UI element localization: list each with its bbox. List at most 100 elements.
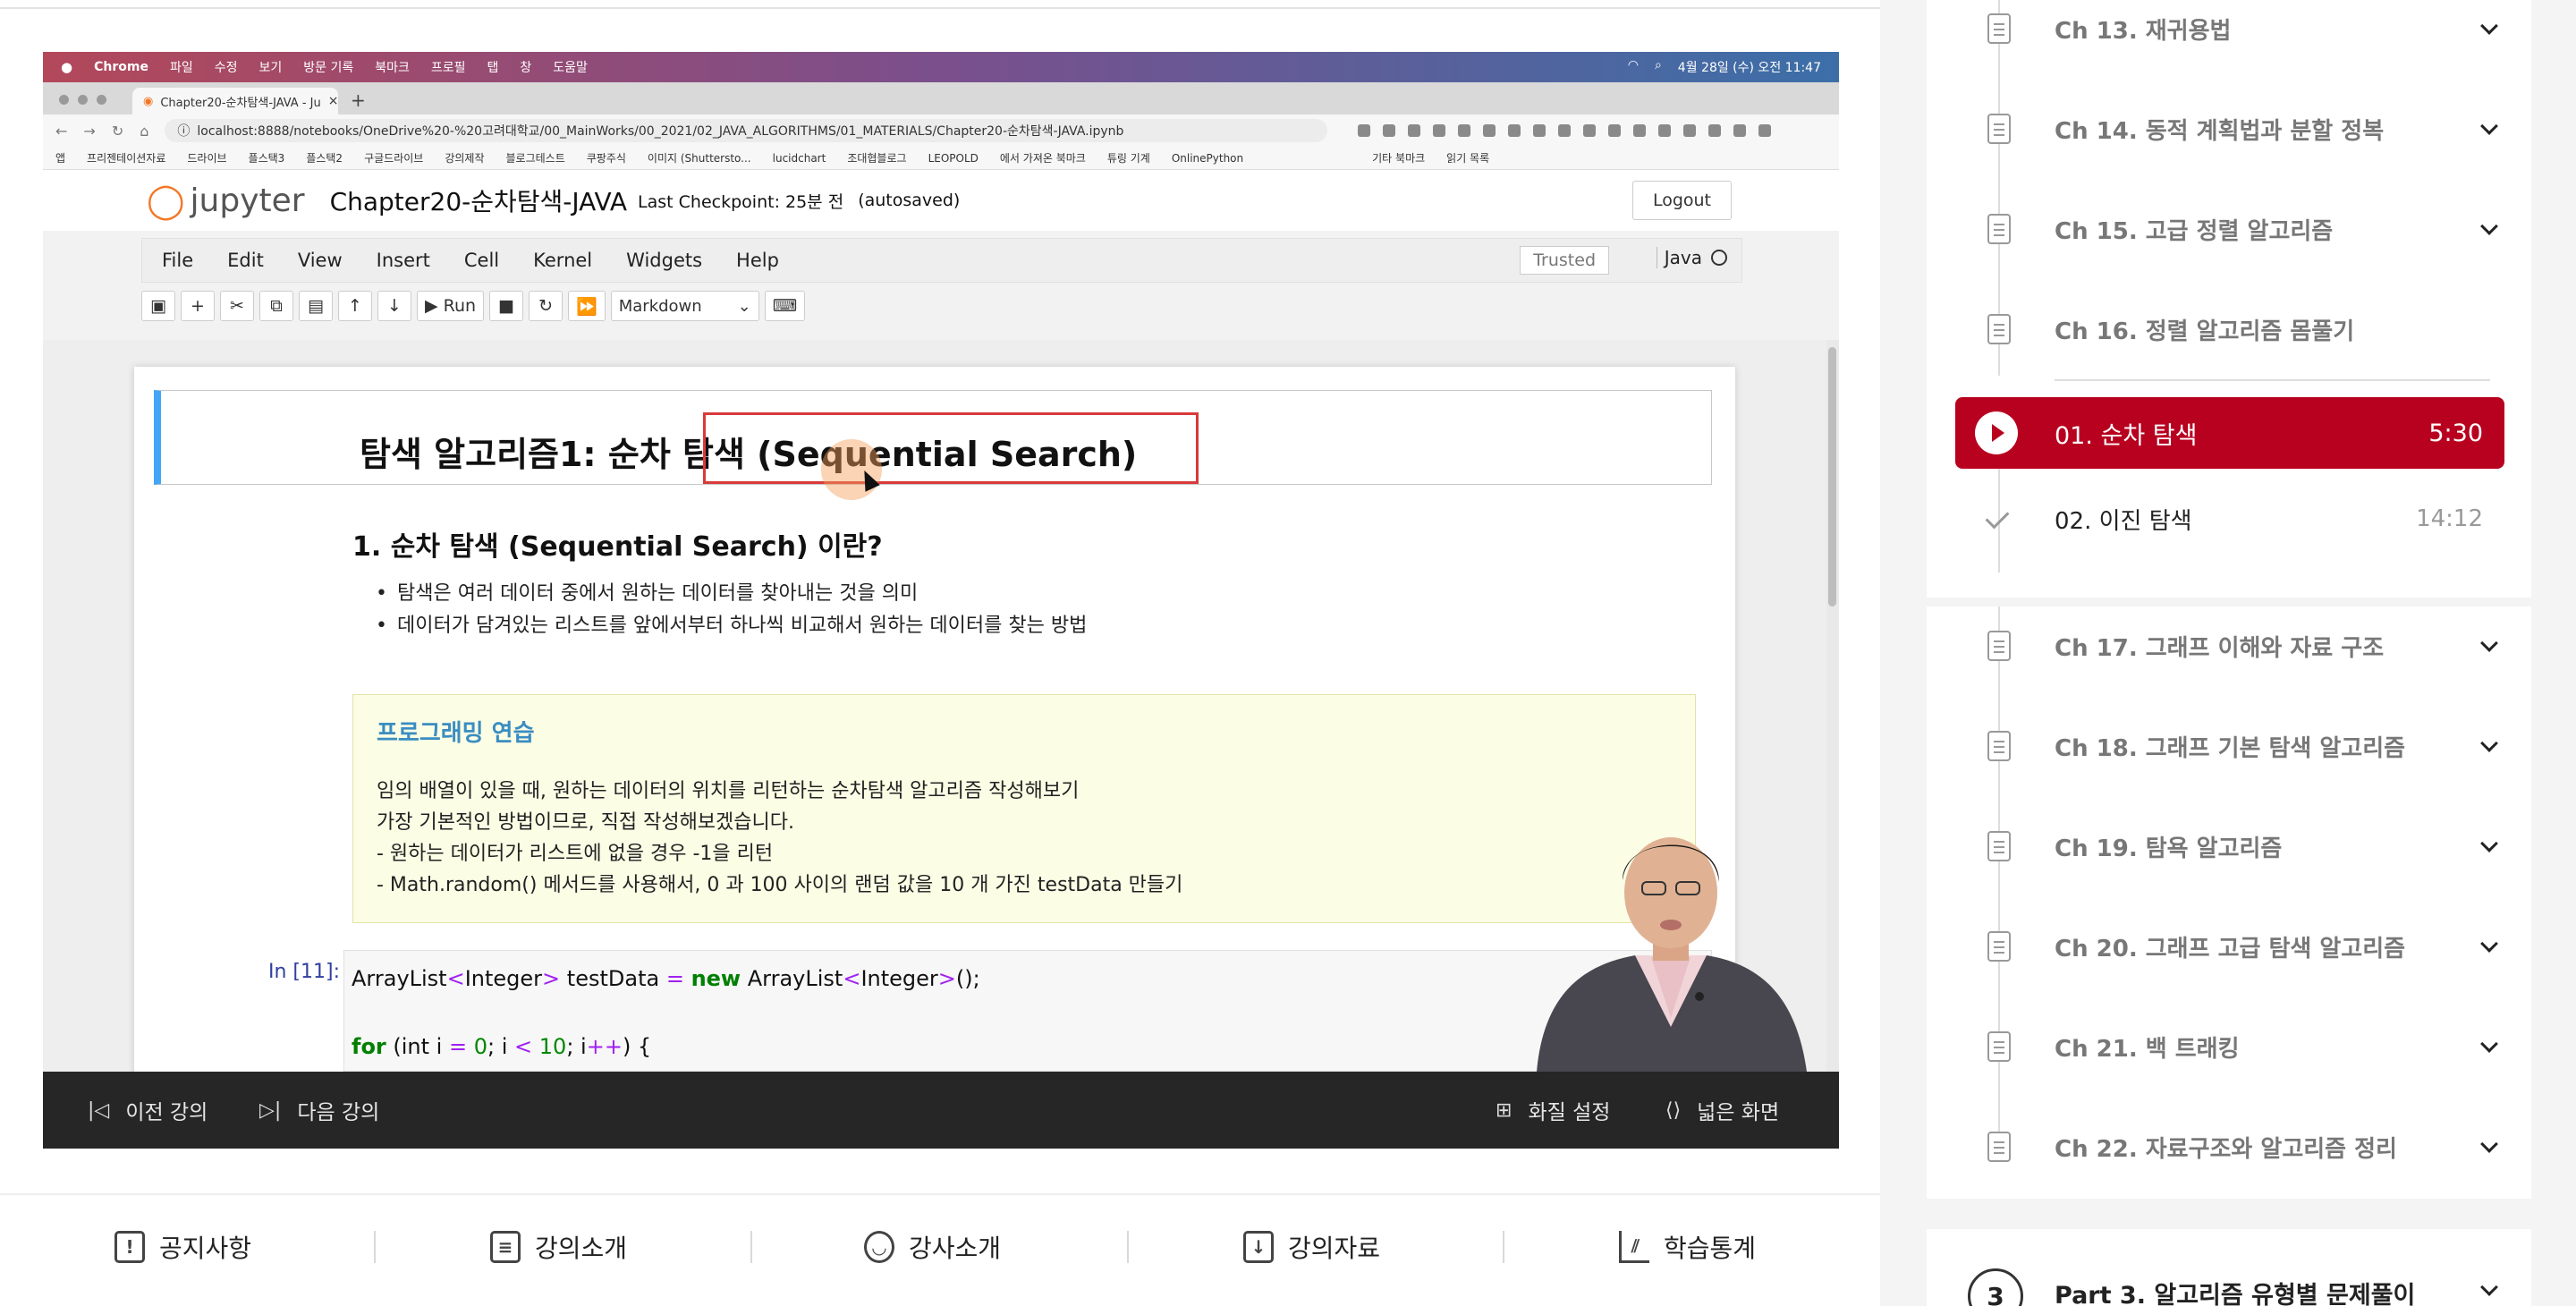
stop-icon: ■	[489, 291, 524, 321]
skip-back-icon: |◁	[88, 1098, 110, 1122]
chapter-label: Ch 17. 그래프 이해와 자료 구조	[2055, 634, 2385, 662]
chevron-down-icon	[2480, 835, 2498, 852]
practice-box: 프로그래밍 연습 임의 배열이 있을 때, 원하는 데이터의 위치를 리턴하는 …	[352, 694, 1696, 923]
heading-2: 1. 순차 탐색 (Sequential Search) 이란?	[352, 531, 883, 563]
bookmark: 읽기 목록	[1446, 152, 1490, 165]
chapter-item[interactable]: Ch 18. 그래프 기본 탐색 알고리즘	[1927, 696, 2531, 796]
chevron-down-icon	[2480, 117, 2498, 135]
part-label: Part 3. 알고리즘 유형별 문제풀이	[2055, 1282, 2416, 1306]
notebook-scroll-thumb	[1828, 347, 1836, 606]
document-icon	[1987, 1132, 2011, 1162]
bookmark: 이미지 (Shuttersto...	[647, 152, 751, 165]
lesson-item[interactable]: 02. 이진 탐색 14:12	[1955, 483, 2504, 555]
add-cell-icon: +	[181, 291, 215, 321]
chapter-label: Ch 18. 그래프 기본 탐색 알고리즘	[2055, 734, 2406, 762]
apple-icon: ●	[61, 59, 73, 75]
jupyter-menu-kernel: Kernel	[533, 250, 593, 271]
chapter-item[interactable]: Ch 17. 그래프 이해와 자료 구조	[1927, 596, 2531, 696]
tab-instructor[interactable]: ◡ 강사소개	[864, 1218, 1001, 1276]
chapter-item[interactable]: Ch 15. 고급 정렬 알고리즘	[1927, 179, 2531, 279]
paste-icon: ▤	[299, 291, 333, 321]
chevron-down-icon	[2480, 1035, 2498, 1053]
chapter-item[interactable]: Ch 21. 백 트래킹	[1927, 996, 2531, 1097]
window-controls	[59, 95, 106, 105]
chapter-label: Ch 21. 백 트래킹	[2055, 1035, 2240, 1063]
next-lecture-button[interactable]: ▷| 다음 강의	[259, 1072, 379, 1149]
chapter-item[interactable]: Ch 20. 그래프 고급 탐색 알고리즘	[1927, 896, 2531, 996]
lesson-label: 02. 이진 탐색	[2055, 507, 2192, 535]
video-player[interactable]: ● Chrome 파일 수정 보기 방문 기록 북마크 프로필 탭 창 도움말 …	[43, 52, 1839, 1072]
bookmark: OnlinePython	[1171, 151, 1244, 165]
mac-menu-item: 보기	[258, 61, 283, 75]
tab-course-intro[interactable]: ≡ 강의소개	[490, 1218, 627, 1276]
tab-notice-label: 공지사항	[159, 1234, 252, 1263]
skip-forward-icon: ▷|	[259, 1098, 282, 1122]
chapter-item[interactable]: Ch 13. 재귀용법	[1927, 0, 2531, 79]
chapter-label: Ch 22. 자료구조와 알고리즘 정리	[2055, 1135, 2397, 1163]
bookmark: 강의제작	[445, 152, 485, 165]
stats-icon: ⫽	[1619, 1231, 1649, 1263]
chapter-item[interactable]: Ch 19. 탐욕 알고리즘	[1927, 796, 2531, 896]
checkpoint-text: Last Checkpoint: 25분 전	[638, 191, 844, 212]
mac-menu-item: 탭	[487, 61, 499, 75]
copy-icon: ⧉	[259, 291, 293, 321]
bookmark: 쿠팡주식	[586, 152, 626, 165]
tab-materials[interactable]: ↓ 강의자료	[1243, 1218, 1380, 1276]
run-button: ▶ Run	[417, 291, 485, 321]
browser-tab: ◉ Chapter20-순차탐색-JAVA - Ju ×	[132, 88, 338, 114]
chevron-down-icon: ⌄	[737, 296, 751, 316]
jupyter-toolbar: ▣ + ✂ ⧉ ▤ ↑ ↓ ▶ Run ■ ↻ ⏩ Markdown ⌄ ⌨	[141, 286, 1742, 326]
jupyter-menu-insert: Insert	[376, 250, 430, 271]
move-up-icon: ↑	[338, 291, 372, 321]
mac-clock: 4월 28일 (수) 오전 11:47	[1677, 61, 1821, 75]
run-label: Run	[443, 296, 477, 316]
bullet-item: 데이터가 담겨있는 리스트를 앞에서부터 하나씩 비교해서 원하는 데이터를 찾…	[376, 610, 1087, 642]
document-icon	[1987, 931, 2011, 962]
chapter-label: Ch 13. 재귀용법	[2055, 17, 2232, 45]
chapter-label: Ch 16. 정렬 알고리즘 몸풀기	[2055, 318, 2355, 345]
lesson-duration: 14:12	[2416, 505, 2483, 532]
new-tab-icon: +	[351, 89, 366, 111]
prev-lecture-button[interactable]: |◁ 이전 강의	[88, 1072, 208, 1149]
part-item[interactable]: 3 Part 3. 알고리즘 유형별 문제풀이	[1927, 1229, 2531, 1306]
cell-type-value: Markdown	[618, 296, 702, 316]
bookmark: 앱	[55, 152, 66, 165]
chapter-item[interactable]: Ch 22. 자료구조와 알고리즘 정리	[1927, 1097, 2531, 1197]
lesson-item-active[interactable]: 01. 순차 탐색 5:30	[1955, 397, 2504, 469]
jupyter-menu-file: File	[162, 250, 194, 271]
bookmarks-bar: 앱 프리젠테이션자료 드라이브 플스택3 플스택2 구글드라이브 강의제작 블로…	[43, 147, 1839, 170]
tab-stats[interactable]: ⫽ 학습통계	[1619, 1218, 1756, 1276]
chapter-divider	[2055, 379, 2490, 381]
extensions	[1358, 124, 1772, 137]
mac-menu-item: Chrome	[94, 60, 148, 74]
user-icon: ◡	[864, 1231, 894, 1263]
home-icon: ⌂	[140, 122, 149, 140]
chapter-item-expanded[interactable]: Ch 16. 정렬 알고리즘 몸풀기	[1927, 279, 2531, 379]
tab-separator	[1503, 1231, 1504, 1263]
jupyter-header: ◯ jupyter Chapter20-순차탐색-JAVA Last Check…	[43, 170, 1839, 231]
chevron-down-icon	[2480, 935, 2498, 953]
chapter-item[interactable]: Ch 14. 동적 계획법과 분할 정복	[1927, 79, 2531, 179]
restart-icon: ↻	[529, 291, 564, 321]
tab-separator	[374, 1231, 376, 1263]
quality-settings-button[interactable]: ⊞ 화질 설정	[1496, 1072, 1610, 1149]
practice-line: 임의 배열이 있을 때, 원하는 데이터의 위치를 리턴하는 순차탐색 알고리즘…	[377, 780, 1080, 802]
kernel-indicator: Java	[1656, 247, 1727, 268]
lesson-label: 01. 순차 탐색	[2055, 421, 2198, 450]
markdown-cell-selected: 탐색 알고리즘1: 순차 탐색 (Sequential Search)	[154, 390, 1712, 500]
mac-menu-item: 창	[520, 61, 532, 75]
document-icon	[1987, 214, 2011, 244]
mac-menubar: ● Chrome 파일 수정 보기 방문 기록 북마크 프로필 탭 창 도움말 …	[43, 52, 1839, 82]
wide-screen-button[interactable]: ⟨⟩ 넓은 화면	[1665, 1072, 1779, 1149]
tab-notice[interactable]: ! 공지사항	[114, 1218, 251, 1276]
move-down-icon: ↓	[377, 291, 411, 321]
fast-forward-icon: ⏩	[568, 291, 606, 321]
jupyter-menu-edit: Edit	[227, 250, 264, 271]
keyboard-icon: ⌨	[764, 291, 806, 321]
search-icon: ⌕	[1654, 58, 1662, 72]
mac-menu-item: 파일	[169, 61, 193, 75]
back-icon: ←	[55, 122, 68, 140]
download-icon: ↓	[1243, 1231, 1274, 1263]
notice-icon: !	[114, 1231, 145, 1263]
bookmark: 튜링 기계	[1106, 152, 1150, 165]
